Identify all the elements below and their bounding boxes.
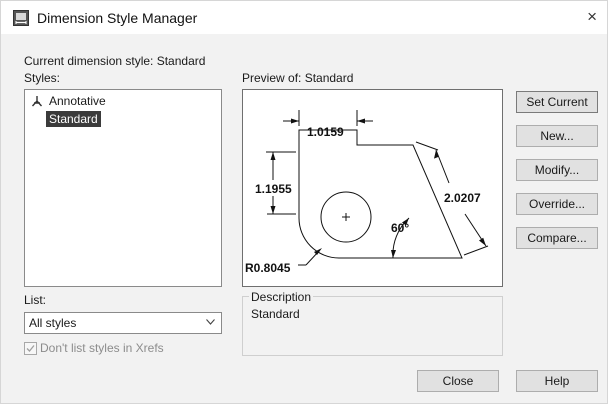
preview-slant-dim: 2.0207: [444, 191, 481, 205]
preview-label: Preview of: Standard: [242, 71, 354, 85]
preview-pane: 1.0159 1.1955 2.0207 60° R0.8045: [242, 89, 503, 287]
new-button[interactable]: New...: [516, 125, 598, 147]
styles-label: Styles:: [24, 71, 61, 85]
title-bar: Dimension Style Manager ×: [0, 0, 608, 35]
set-current-button[interactable]: Set Current: [516, 91, 598, 113]
compare-button[interactable]: Compare...: [516, 227, 598, 249]
style-item-standard[interactable]: Standard: [46, 111, 101, 127]
close-button[interactable]: Close: [417, 370, 499, 392]
xref-checkbox-label: Don't list styles in Xrefs: [40, 341, 164, 355]
styles-list[interactable]: Annotative Standard: [24, 89, 222, 287]
annotative-icon: [31, 96, 43, 107]
help-button[interactable]: Help: [516, 370, 598, 392]
preview-angle-dim: 60°: [391, 221, 409, 235]
description-group: Description Standard: [242, 290, 503, 356]
current-style-label: Current dimension style: Standard: [24, 54, 206, 68]
dimension-style-app-icon: [13, 10, 29, 26]
style-item-annotative[interactable]: Annotative: [49, 94, 106, 108]
preview-height-dim: 1.1955: [255, 182, 292, 196]
xref-checkbox[interactable]: [24, 342, 37, 355]
chevron-down-icon: [206, 319, 215, 325]
list-filter-dropdown[interactable]: All styles: [24, 312, 222, 334]
list-filter-value: All styles: [29, 316, 77, 330]
window-title: Dimension Style Manager: [37, 10, 198, 26]
modify-button[interactable]: Modify...: [516, 159, 598, 181]
list-label: List:: [24, 293, 47, 307]
dimension-preview-drawing: 1.0159 1.1955 2.0207 60° R0.8045: [245, 110, 489, 275]
checkmark-icon: [26, 345, 35, 352]
description-text: Standard: [251, 307, 300, 321]
close-window-icon[interactable]: ×: [587, 7, 597, 27]
description-title: Description: [249, 290, 314, 304]
override-button[interactable]: Override...: [516, 193, 598, 215]
preview-radius-dim: R0.8045: [245, 261, 291, 275]
preview-width-dim: 1.0159: [307, 125, 344, 139]
